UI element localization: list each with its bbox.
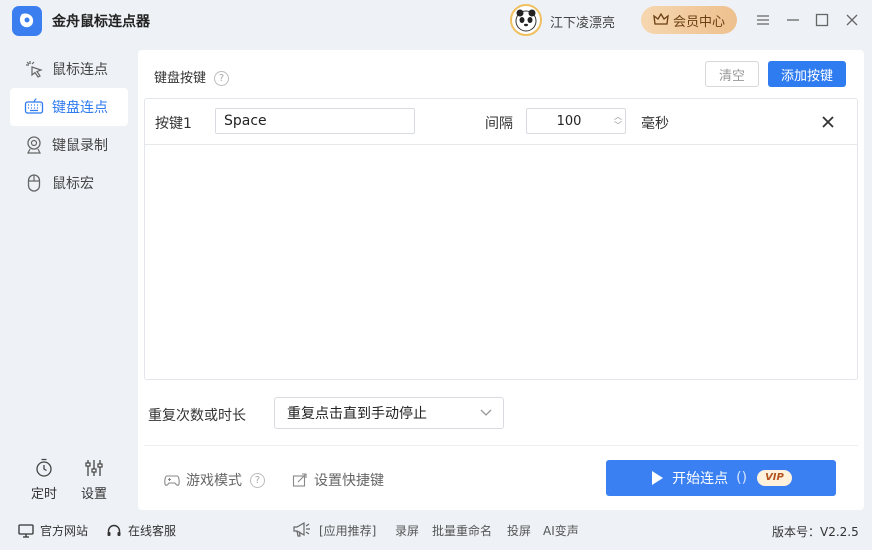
app-title: 金舟鼠标连点器 [52,14,150,30]
sidebar-item-label: 鼠标连点 [52,62,108,78]
interval-value: 100 [556,113,582,129]
repeat-label: 重复次数或时长 [148,408,246,424]
headset-icon [106,523,122,539]
interval-unit: 毫秒 [641,116,669,132]
vip-badge: VIP [757,470,792,486]
key-label: 按键1 [155,116,192,132]
close-icon[interactable] [842,10,862,30]
support-label: 在线客服 [128,524,177,538]
menu-icon[interactable] [753,10,773,30]
settings-label: 设置 [80,487,107,502]
play-icon [652,471,664,485]
delete-key-icon[interactable] [819,113,837,131]
chevron-down-icon [479,407,493,423]
mouse-click-icon [24,59,44,79]
interval-label: 间隔 [485,116,513,132]
section-title: 键盘按键? [154,67,230,86]
start-shortcut: () [736,470,748,486]
user-avatar[interactable] [510,4,542,36]
webcam-record-icon [24,135,44,155]
megaphone-icon [292,520,312,541]
timer-label: 定时 [30,487,57,502]
shortcut-icon [292,472,308,488]
add-key-button[interactable]: 添加按键 [768,61,846,87]
version-label: 版本号：V2.2.5 [772,525,859,539]
website-label: 官方网站 [40,524,89,538]
sidebar-item-label: 键盘连点 [52,100,108,116]
sidebar-item-label: 鼠标宏 [52,176,94,192]
help-icon[interactable]: ? [250,472,265,488]
key-row: 按键1 Space 间隔 100 ︿ ﹀ 毫秒 [145,99,857,145]
app-logo-icon [12,6,42,36]
game-mode-option[interactable]: 游戏模式 ? [164,470,265,490]
shortcut-label: 设置快捷键 [314,473,384,489]
keyboard-icon [24,97,44,117]
vip-center-label: 会员中心 [672,14,725,30]
spinner[interactable]: ︿ ﹀ [611,109,625,133]
divider [144,445,858,446]
monitor-icon [18,523,34,538]
start-click-button[interactable]: 开始连点 () VIP [606,460,836,496]
sidebar: 鼠标连点 键盘连点 键鼠录制 鼠标宏 定时 设置 [0,42,138,510]
sidebar-item-label: 键鼠录制 [52,138,108,154]
mouse-icon [24,173,44,193]
recommend-link-cast[interactable]: 投屏 [507,522,531,539]
footer: 官方网站 在线客服 [应用推荐] 录屏 批量重命名 投屏 AI变声 版本号：V2… [0,510,872,550]
vip-center-button[interactable]: 会员中心 [641,6,737,34]
sidebar-item-record[interactable]: 键鼠录制 [10,126,128,164]
website-link[interactable]: 官方网站 [18,522,88,539]
section-title-text: 键盘按键 [154,71,207,86]
start-label: 开始连点 [672,471,729,487]
interval-input[interactable]: 100 ︿ ﹀ [526,108,626,134]
crown-icon [653,13,669,25]
sidebar-item-keyboard-click[interactable]: 键盘连点 [10,88,128,126]
recommend-link-voice[interactable]: AI变声 [543,522,579,539]
main-panel: 键盘按键? 清空 添加按键 按键1 Space 间隔 100 ︿ ﹀ 毫秒 重复次… [138,50,864,510]
repeat-select-value: 重复点击直到手动停止 [287,406,427,422]
gamepad-icon [164,473,180,487]
timer-button[interactable]: 定时 [24,457,64,502]
game-mode-label: 游戏模式 [186,473,242,489]
help-icon[interactable]: ? [214,71,230,86]
sliders-icon [74,457,114,479]
sidebar-item-mouse-click[interactable]: 鼠标连点 [10,50,128,88]
sidebar-item-mouse-macro[interactable]: 鼠标宏 [10,164,128,202]
shortcut-option[interactable]: 设置快捷键 [292,470,384,490]
settings-button[interactable]: 设置 [74,457,114,502]
timer-icon [24,457,64,479]
clear-button[interactable]: 清空 [705,61,759,87]
minimize-icon[interactable] [783,10,803,30]
support-link[interactable]: 在线客服 [106,522,176,539]
recommend-link-rename[interactable]: 批量重命名 [432,522,492,539]
spin-up-icon[interactable]: ︿ [614,112,622,121]
spin-down-icon[interactable]: ﹀ [614,121,622,130]
recommend-link-record[interactable]: 录屏 [395,522,419,539]
repeat-select[interactable]: 重复点击直到手动停止 [274,397,504,429]
key-input[interactable]: Space [215,108,415,134]
maximize-icon[interactable] [812,10,832,30]
username[interactable]: 江下凌漂亮 [550,12,615,31]
title-bar: 金舟鼠标连点器 江下凌漂亮 会员中心 [0,0,872,42]
key-list: 按键1 Space 间隔 100 ︿ ﹀ 毫秒 [144,98,858,380]
recommend-label: [应用推荐] [319,524,377,538]
